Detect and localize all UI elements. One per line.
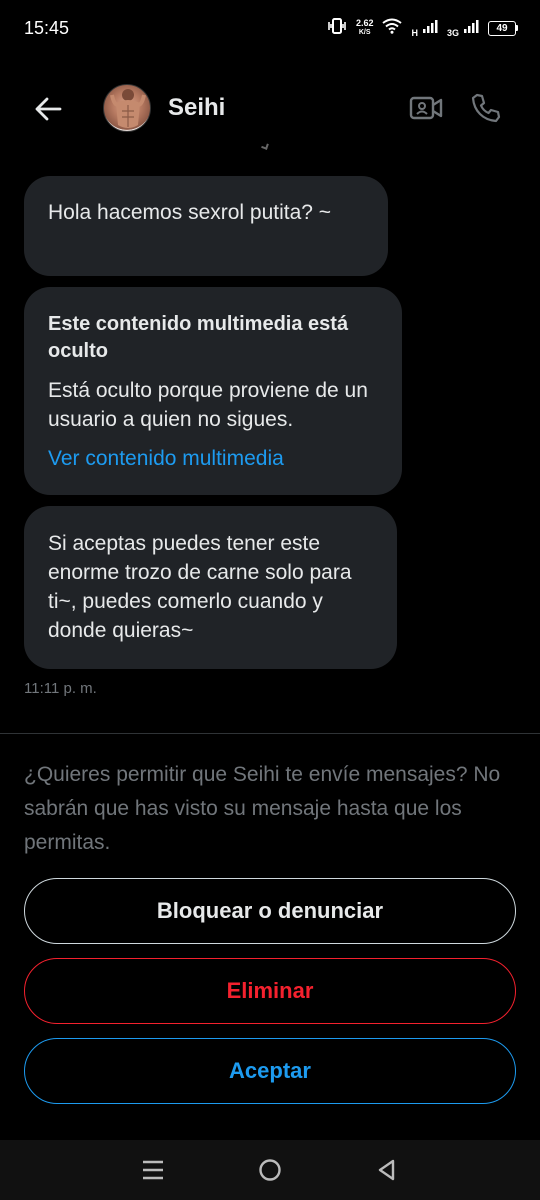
back-triangle-icon[interactable] xyxy=(372,1155,402,1185)
status-bar: 15:45 2.62 K/S H 3G 49 xyxy=(0,0,540,56)
message-request-prompt: ¿Quieres permitir que Seihi te envíe men… xyxy=(24,763,501,854)
arrow-left-icon[interactable] xyxy=(33,94,63,124)
delete-button[interactable]: Eliminar xyxy=(24,958,516,1024)
speed-value: 2.62 xyxy=(355,18,374,28)
status-icons: 2.62 K/S H 3G 49 xyxy=(327,17,518,39)
signal-icon-2 xyxy=(463,18,479,39)
block-report-button[interactable]: Bloquear o denunciar xyxy=(24,878,516,944)
contact-name[interactable]: Seihi xyxy=(168,94,225,122)
speed-unit: K/S xyxy=(358,29,371,36)
message-timestamp: 11:11 p. m. xyxy=(24,680,97,697)
battery-icon: 49 xyxy=(488,20,518,36)
network-speed: 2.62 K/S xyxy=(356,19,374,37)
hidden-media-bubble[interactable]: Este contenido multimedia está oculto Es… xyxy=(24,287,402,495)
hidden-media-description: Está oculto porque proviene de un usuari… xyxy=(48,379,368,431)
battery-level: 49 xyxy=(488,20,516,36)
scroll-indicator xyxy=(261,142,269,150)
network-h-label: H xyxy=(411,27,418,38)
signal-icon xyxy=(422,18,438,39)
divider xyxy=(0,733,540,734)
accept-button[interactable]: Aceptar xyxy=(24,1038,516,1104)
phone-icon[interactable] xyxy=(470,92,502,124)
message-text: Hola hacemos sexrol putita? ~ xyxy=(48,201,332,224)
system-nav-bar xyxy=(0,1140,540,1200)
vibrate-icon xyxy=(327,17,347,39)
status-time: 15:45 xyxy=(24,17,70,38)
conversation-header: Seihi xyxy=(0,72,540,144)
message-bubble[interactable]: Si aceptas puedes tener este enorme troz… xyxy=(24,506,397,669)
message-bubble[interactable]: Hola hacemos sexrol putita? ~ xyxy=(24,176,388,276)
hidden-media-title: Este contenido multimedia está oculto xyxy=(48,313,349,362)
network-3g-label: 3G xyxy=(446,27,459,38)
view-media-link[interactable]: Ver contenido multimedia xyxy=(48,446,378,472)
wifi-icon xyxy=(382,18,403,39)
menu-icon[interactable] xyxy=(138,1155,168,1185)
message-text: Si aceptas puedes tener este enorme troz… xyxy=(48,532,352,642)
avatar[interactable] xyxy=(103,84,151,132)
video-camera-icon[interactable] xyxy=(409,94,443,122)
home-icon[interactable] xyxy=(255,1155,285,1185)
